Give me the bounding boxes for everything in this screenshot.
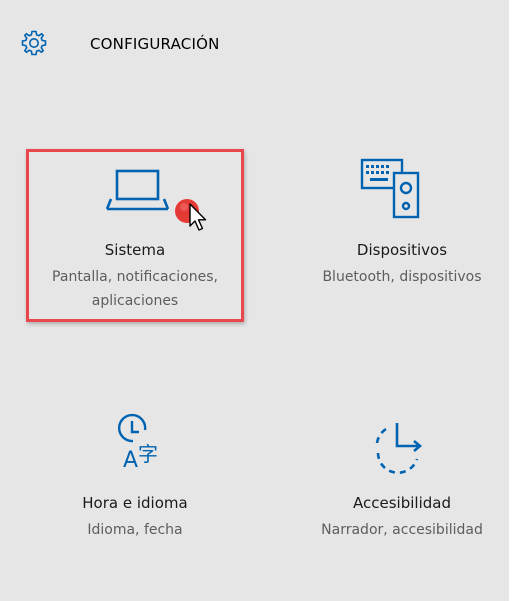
clock-language-icon: A 字: [117, 413, 158, 473]
accessibility-timer-icon: [375, 423, 423, 475]
tile-desc-line: Pantalla, notificaciones,: [52, 269, 218, 285]
tile-desc-sistema: Pantalla, notificaciones, aplicaciones: [19, 265, 251, 313]
keyboard-speaker-icon: [360, 158, 420, 219]
tile-dispositivos[interactable]: Dispositivos Bluetooth, dispositivos: [286, 157, 518, 297]
tile-label-hora-idioma: Hora e idioma: [82, 494, 188, 512]
tile-desc-hora-idioma: Idioma, fecha: [19, 518, 251, 542]
laptop-icon: [105, 169, 170, 211]
tile-sistema[interactable]: Sistema Pantalla, notificaciones, aplica…: [19, 157, 251, 317]
tile-label-dispositivos: Dispositivos: [356, 241, 448, 259]
settings-header: CONFIGURACIÓN: [0, 0, 509, 90]
tile-desc-line: Narrador, accesibilidad: [321, 522, 483, 538]
svg-text:A: A: [123, 448, 138, 473]
svg-text:字: 字: [138, 442, 158, 466]
tile-label-sistema: Sistema: [104, 241, 166, 259]
tile-label-accesibilidad: Accesibilidad: [353, 494, 451, 512]
tile-desc-dispositivos: Bluetooth, dispositivos: [286, 265, 518, 289]
mouse-pointer-icon: [189, 203, 207, 231]
gear-icon[interactable]: [19, 28, 49, 58]
tile-hora-idioma[interactable]: A 字 Hora e idioma Idioma, fecha: [19, 410, 251, 550]
tile-accesibilidad[interactable]: Accesibilidad Narrador, accesibilidad: [286, 410, 518, 550]
page-title: CONFIGURACIÓN: [90, 35, 220, 53]
tile-desc-line: aplicaciones: [91, 293, 179, 309]
tile-desc-accesibilidad: Narrador, accesibilidad: [286, 518, 518, 542]
tile-desc-line: Idioma, fecha: [87, 522, 183, 538]
settings-window: CONFIGURACIÓN Sistema Pantalla, notifica…: [0, 0, 509, 601]
tile-desc-line: Bluetooth, dispositivos: [322, 269, 482, 285]
